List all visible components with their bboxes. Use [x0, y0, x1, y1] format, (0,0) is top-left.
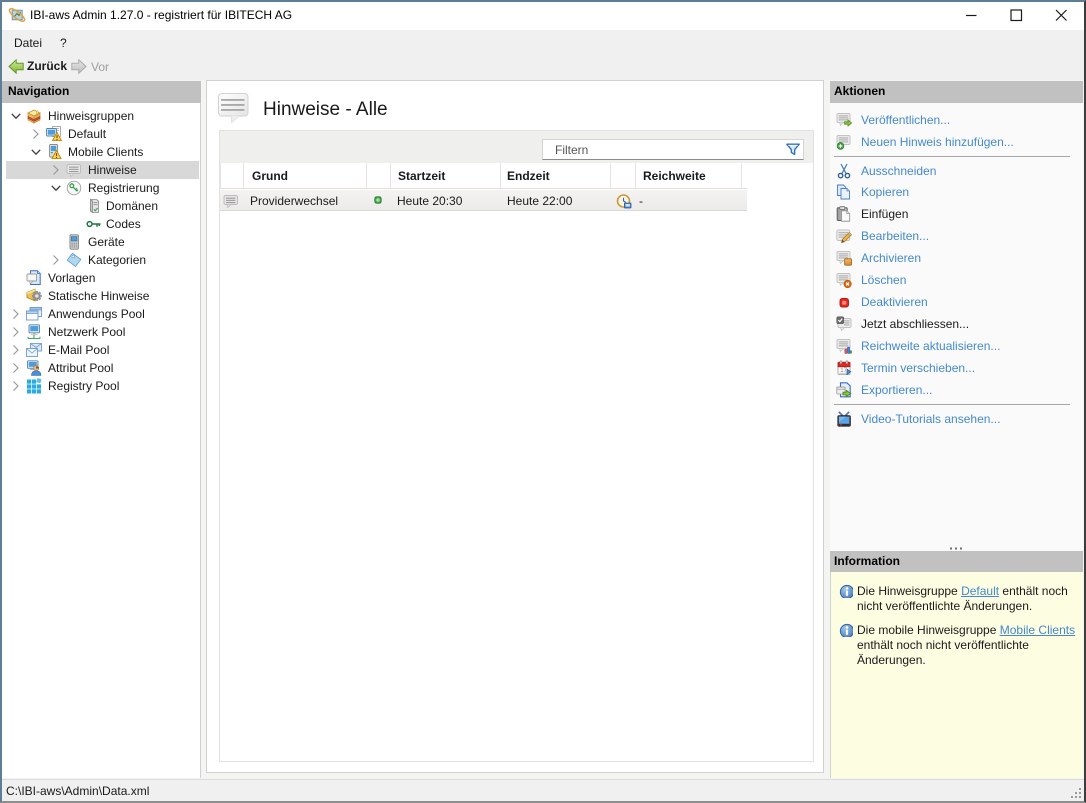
svg-text:17: 17	[840, 368, 847, 374]
